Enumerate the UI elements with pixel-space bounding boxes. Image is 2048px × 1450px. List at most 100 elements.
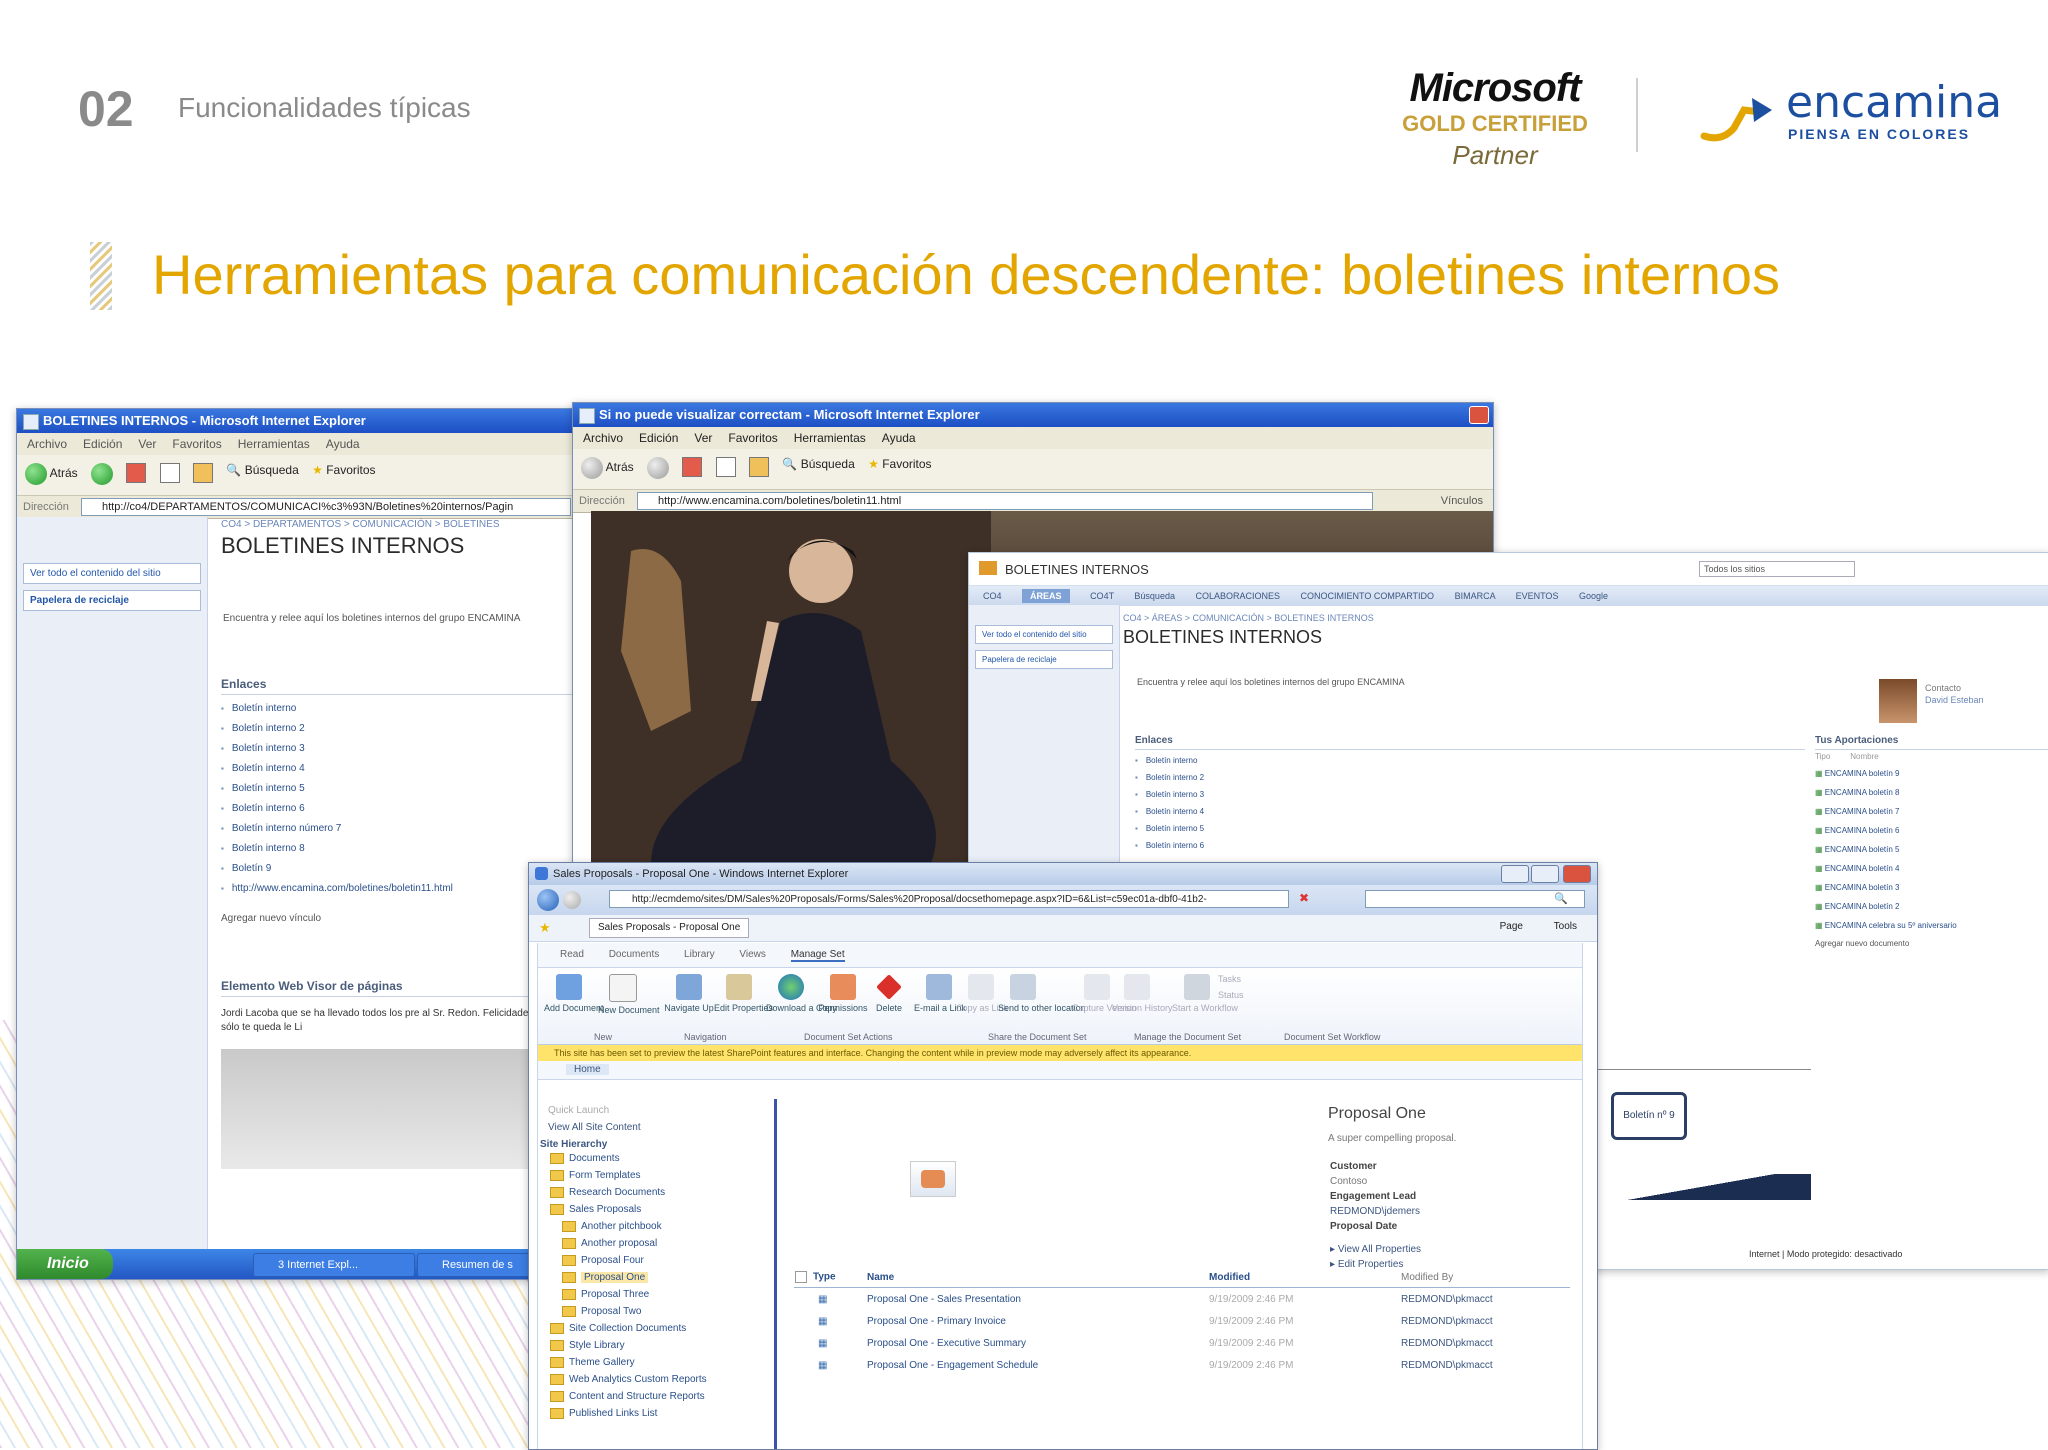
address-input[interactable]: http://ecmdemo/sites/DM/Sales%20Proposal… [609,890,1289,908]
tab-google[interactable]: Google [1579,591,1608,601]
view-all-content-link[interactable]: Ver todo el contenido del sitio [23,563,201,584]
col-type[interactable]: Type [794,1267,866,1288]
table-row[interactable]: ▦ Proposal One - Executive Summary 9/19/… [794,1332,1570,1354]
contribution-item[interactable]: ▦ ENCAMINA celebra su 5º aniversario [1815,916,2048,935]
tree-item-selected[interactable]: Proposal One [538,1269,774,1286]
close-button[interactable] [1469,406,1489,424]
view-all-properties-link[interactable]: ▸ View All Properties [1330,1242,1570,1257]
forward-button[interactable] [91,463,114,485]
stop-button[interactable] [126,463,147,483]
search-scope-select[interactable]: Todos los sitios [1699,561,1855,577]
link-item[interactable]: Boletín interno 4 [1135,803,1805,820]
contribution-item[interactable]: ▦ ENCAMINA boletín 5 [1815,840,2048,859]
link-item[interactable]: Boletín interno 8 [221,839,577,859]
link-item[interactable]: Boletín interno 6 [221,799,577,819]
view-all-content-link[interactable]: View All Site Content [548,1122,774,1133]
tree-item[interactable]: Site Collection Documents [538,1320,774,1337]
tools-menu[interactable]: Tools [1554,921,1577,932]
back-button[interactable]: Atrás [25,463,78,485]
menu-ver[interactable]: Ver [694,431,712,445]
contribution-item[interactable]: ▦ ENCAMINA boletín 9 [1815,764,2048,783]
menu-favoritos[interactable]: Favoritos [728,431,777,445]
contact-name[interactable]: David Esteban [1925,695,1984,705]
doc-modified-by[interactable]: REDMOND\pkmacct [1400,1288,1570,1311]
menu-herramientas[interactable]: Herramientas [794,431,866,445]
table-row[interactable]: ▦ Proposal One - Engagement Schedule 9/1… [794,1354,1570,1376]
tasks-button[interactable]: Tasks [1218,974,1268,984]
tab-areas[interactable]: ÁREAS [1022,589,1070,603]
contribution-item[interactable]: ▦ ENCAMINA boletín 7 [1815,802,2048,821]
menu-ayuda[interactable]: Ayuda [882,431,916,445]
new-document-button[interactable]: New Document [598,974,660,1015]
link-item[interactable]: Boletín interno 5 [221,779,577,799]
tab-bimarca[interactable]: BIMARCA [1455,591,1496,601]
edit-properties-button[interactable]: Edit Properties [714,974,773,1013]
tab-co4[interactable]: CO4 [983,591,1002,601]
link-item[interactable]: Boletín 9 [221,859,577,879]
forward-button[interactable] [647,457,670,479]
stop-icon[interactable]: ✖ [1299,891,1309,905]
recycle-bin-link[interactable]: Papelera de reciclaje [23,590,201,611]
contribution-item[interactable]: ▦ ENCAMINA boletín 4 [1815,859,2048,878]
status-button[interactable]: Status [1218,990,1268,1000]
contribution-item[interactable]: ▦ ENCAMINA boletín 2 [1815,897,2048,916]
close-button[interactable] [1563,865,1591,883]
search-button[interactable]: 🔍 Búsqueda [226,463,298,477]
tab-colaboraciones[interactable]: COLABORACIONES [1195,591,1280,601]
ribbon-tab-library[interactable]: Library [684,949,715,960]
tree-item[interactable]: Style Library [538,1337,774,1354]
address-input[interactable]: http://co4/DEPARTAMENTOS/COMUNICACI%c3%9… [81,498,571,516]
favorites-button[interactable]: ★ Favoritos [312,463,375,477]
maximize-button[interactable] [1531,865,1559,883]
menu-edicion[interactable]: Edición [639,431,678,445]
link-item[interactable]: Boletín interno 6 [1135,837,1805,854]
version-history-button[interactable]: Version History [1112,974,1173,1013]
menu-ver[interactable]: Ver [138,437,156,451]
contribution-item[interactable]: ▦ ENCAMINA boletín 3 [1815,878,2048,897]
favorites-star-icon[interactable]: ★ [539,920,551,936]
col-modified[interactable]: Modified [1208,1267,1400,1288]
tree-item[interactable]: Proposal Two [538,1303,774,1320]
contribution-item[interactable]: ▦ ENCAMINA boletín 8 [1815,783,2048,802]
menu-archivo[interactable]: Archivo [27,437,67,451]
links-label[interactable]: Vínculos [1441,490,1483,512]
doc-modified-by[interactable]: REDMOND\pkmacct [1400,1332,1570,1354]
tab-co4t[interactable]: CO4T [1090,591,1114,601]
ribbon-tab-manage-set[interactable]: Manage Set [790,949,845,962]
stop-button[interactable] [682,457,703,477]
link-item[interactable]: Boletín interno 5 [1135,820,1805,837]
browser-tab[interactable]: Sales Proposals - Proposal One [589,918,750,938]
link-item[interactable]: Boletín interno 3 [221,739,577,759]
ribbon-tab-documents[interactable]: Documents [609,949,660,960]
recycle-bin-link[interactable]: Papelera de reciclaje [975,650,1113,669]
link-item[interactable]: Boletín interno 4 [221,759,577,779]
address-input[interactable]: http://www.encamina.com/boletines/boleti… [637,492,1373,510]
refresh-button[interactable] [715,457,736,477]
add-link[interactable]: Agregar nuevo vínculo [221,913,577,924]
home-button[interactable] [193,463,214,483]
table-row[interactable]: ▦ Proposal One - Primary Invoice 9/19/20… [794,1310,1570,1332]
add-document-link[interactable]: Agregar nuevo documento [1815,939,2048,948]
refresh-button[interactable] [159,463,180,483]
search-input[interactable]: 🔍 [1365,890,1585,908]
add-document-button[interactable]: Add Document [544,974,604,1013]
ribbon-tab-read[interactable]: Read [560,949,584,960]
tree-item[interactable]: Another pitchbook [538,1218,774,1235]
tree-item[interactable]: Another proposal [538,1235,774,1252]
back-button[interactable] [537,889,559,911]
link-item[interactable]: Boletín interno número 7 [221,819,577,839]
delete-button[interactable]: Delete [864,974,914,1013]
taskbar-ie-group[interactable]: 3 Internet Expl... [253,1253,415,1277]
tree-item[interactable]: Proposal Three [538,1286,774,1303]
link-item[interactable]: Boletín interno 3 [1135,786,1805,803]
send-to-button[interactable]: Send to other location [998,974,1086,1013]
doc-modified-by[interactable]: REDMOND\pkmacct [1400,1310,1570,1332]
col-name[interactable]: Name [866,1267,1208,1288]
favorites-button[interactable]: ★ Favoritos [868,457,931,471]
download-copy-button[interactable]: Download a Copy [766,974,837,1013]
forward-button[interactable] [563,891,581,909]
tree-item[interactable]: Documents [538,1150,774,1167]
tree-item[interactable]: Published Links List [538,1405,774,1422]
doc-name[interactable]: Proposal One - Sales Presentation [866,1288,1208,1311]
tree-item[interactable]: Web Analytics Custom Reports [538,1371,774,1388]
